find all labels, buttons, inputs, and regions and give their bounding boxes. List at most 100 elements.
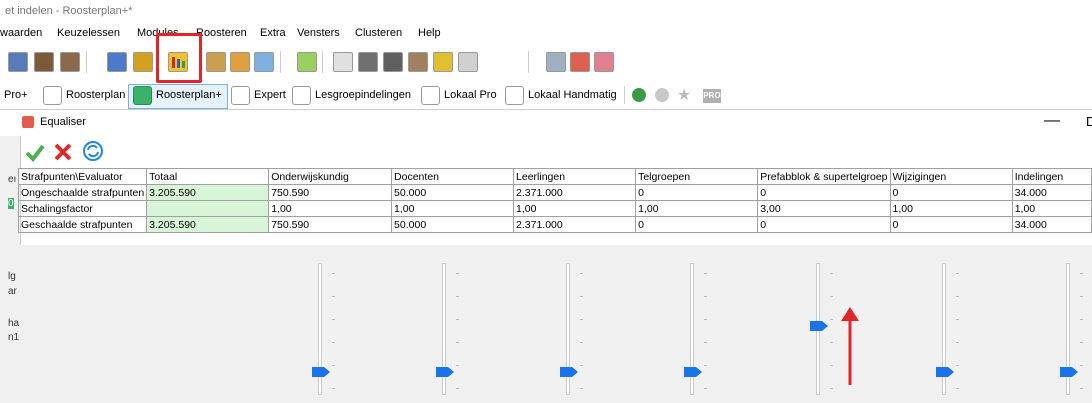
menu-item-waarden[interactable]: waarden (0, 27, 42, 39)
column-header[interactable]: Prefabblok & supertelgroep (757, 168, 891, 185)
menu-item-keuzelessen[interactable]: Keuzelessen (57, 27, 120, 39)
slider-tick (956, 365, 959, 366)
star-grid-icon[interactable] (433, 52, 453, 72)
slider-tick (456, 365, 459, 366)
user-brown-icon[interactable] (34, 52, 54, 72)
mode-label-roosterplan[interactable]: Roosterplan (66, 89, 125, 101)
slider-thumb[interactable] (560, 367, 578, 377)
menu-item-vensters[interactable]: Vensters (297, 27, 340, 39)
table-cell[interactable]: 1,00 (635, 200, 759, 217)
slider-thumb[interactable] (684, 367, 702, 377)
table-cell[interactable]: 1,00 (889, 200, 1013, 217)
table-cell[interactable]: 0 (635, 216, 759, 233)
slider-thumb[interactable] (810, 321, 828, 332)
mode-checkbox-lokaal-pro[interactable] (421, 86, 440, 105)
door-icon[interactable] (206, 52, 226, 72)
list-icon[interactable] (546, 52, 566, 72)
table-cell[interactable]: 750.590 (268, 184, 393, 201)
table-cell[interactable]: 0 (635, 184, 759, 201)
slider-tick (956, 273, 959, 274)
report-icon[interactable] (570, 52, 590, 72)
table-cell[interactable]: 34.000 (1011, 184, 1092, 201)
plus-icon[interactable] (632, 88, 646, 102)
column-header[interactable]: Totaal (146, 168, 270, 185)
table-cell[interactable]: 0 (889, 216, 1013, 233)
tools-alt-icon[interactable] (383, 52, 403, 72)
table-cell[interactable]: 2.371.000 (513, 184, 637, 201)
table-cell[interactable]: 3,00 (757, 200, 891, 217)
table-cell[interactable]: 1,00 (268, 200, 393, 217)
star-icon[interactable]: ★ (677, 85, 691, 105)
column-header[interactable]: Telgroepen (635, 168, 759, 185)
mode-checkbox-roosterplan-plus[interactable] (133, 86, 152, 105)
pro-badge: PRO (703, 89, 721, 103)
minimize-button[interactable]: — (1044, 112, 1060, 130)
users-blue-icon[interactable] (8, 52, 28, 72)
slider-thumb[interactable] (312, 367, 330, 377)
table-cell[interactable]: 0 (757, 216, 891, 233)
table-cell[interactable]: 34.000 (1011, 216, 1092, 233)
table-cell[interactable]: 50.000 (391, 216, 515, 233)
table-cell[interactable]: 750.590 (268, 216, 393, 233)
column-header[interactable]: Leerlingen (513, 168, 637, 185)
table-cell[interactable]: 1,00 (513, 200, 637, 217)
table-cell[interactable]: 2.371.000 (513, 216, 637, 233)
mode-label-expert[interactable]: Expert (254, 89, 286, 101)
menu-item-roosteren[interactable]: Roosteren (196, 27, 247, 39)
column-header[interactable]: Wijzigingen (889, 168, 1013, 185)
x-icon[interactable] (53, 142, 73, 162)
equaliser-title-bar: Equaliser — D (0, 110, 1092, 136)
menu-item-clusteren[interactable]: Clusteren (355, 27, 402, 39)
grid-icon[interactable] (133, 52, 153, 72)
slider-thumb[interactable] (436, 367, 454, 377)
tools-icon[interactable] (358, 52, 378, 72)
checkmark-icon[interactable] (25, 142, 45, 162)
slider-thumb[interactable] (1060, 367, 1078, 377)
door-alt-icon[interactable] (408, 52, 428, 72)
user-icon[interactable] (60, 52, 80, 72)
menu-item-extra[interactable]: Extra (260, 27, 286, 39)
table-cell[interactable]: 1,00 (391, 200, 515, 217)
slider-tick (456, 273, 459, 274)
slider-thumb[interactable] (936, 367, 954, 377)
table-cell[interactable]: 3.205.590 (146, 216, 270, 233)
tiles-icon[interactable] (297, 52, 317, 72)
mode-checkbox-expert[interactable] (231, 86, 250, 105)
column-header[interactable]: Onderwijskundig (268, 168, 393, 185)
table-cell[interactable]: 3.205.590 (146, 184, 270, 201)
slider-tick (332, 273, 335, 274)
mode-checkbox-lokaal-handmatig[interactable] (505, 86, 524, 105)
table-cell[interactable]: 1,00 (1011, 200, 1092, 217)
minus-icon[interactable] (655, 88, 669, 102)
column-header[interactable]: Strafpunten\Evaluator (17, 168, 148, 185)
mode-checkbox-lesgroepindelingen[interactable] (292, 86, 311, 105)
home-icon[interactable] (230, 52, 250, 72)
pattern-icon[interactable] (458, 52, 478, 72)
mode-label-lokaal-handmatig[interactable]: Lokaal Handmatig (528, 89, 617, 101)
table-cell[interactable]: 50.000 (391, 184, 515, 201)
mode-label-lesgroepindelingen[interactable]: Lesgroepindelingen (315, 89, 411, 101)
mode-label-pro-plus[interactable]: Pro+ (4, 89, 28, 101)
window-title-bar: et indelen - Roosterplan+* (0, 0, 1092, 24)
mode-checkbox-roosterplan[interactable] (43, 86, 62, 105)
equaliser-toolbar (0, 136, 1092, 168)
annotation-arrow-icon (841, 307, 859, 385)
refresh-icon[interactable] (82, 140, 104, 162)
grid-blue-icon[interactable] (254, 52, 274, 72)
column-header[interactable]: Docenten (391, 168, 515, 185)
window-title: et indelen - Roosterplan+* (5, 5, 133, 17)
slider-tick (456, 319, 459, 320)
mode-label-lokaal-pro[interactable]: Lokaal Pro (444, 89, 497, 101)
table-cell[interactable]: 0 (889, 184, 1013, 201)
class-b-icon[interactable] (107, 52, 127, 72)
print-icon[interactable] (594, 52, 614, 72)
mode-label-roosterplan-plus[interactable]: Roosterplan+ (156, 89, 222, 101)
table-cell[interactable]: 0 (757, 184, 891, 201)
table-cell[interactable] (146, 200, 270, 217)
menu-item-help[interactable]: Help (418, 27, 441, 39)
restore-button[interactable]: D (1086, 114, 1092, 129)
slider-tick (580, 388, 583, 389)
row-label: Geschaalde strafpunten (17, 216, 148, 233)
column-header[interactable]: Indelingen (1011, 168, 1092, 185)
calendar-icon[interactable] (333, 52, 353, 72)
